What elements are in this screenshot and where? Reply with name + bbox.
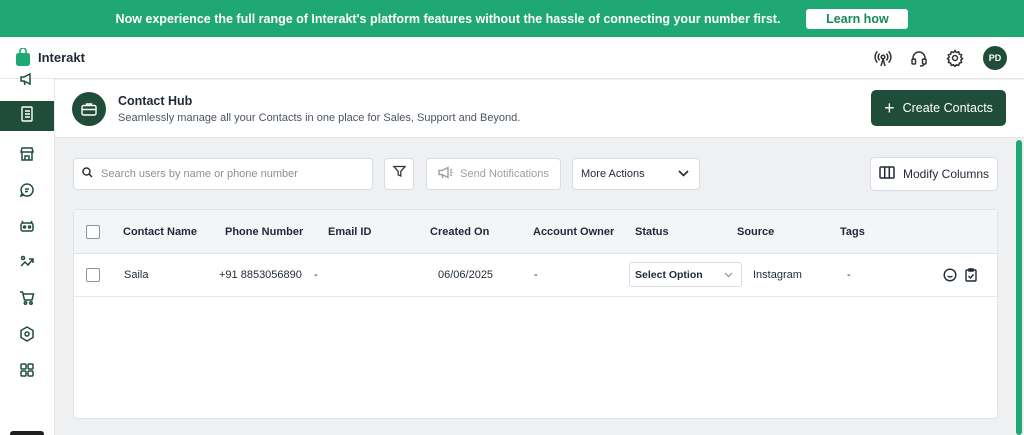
user-avatar[interactable]: PD bbox=[983, 46, 1007, 70]
chat-action-icon[interactable] bbox=[942, 267, 958, 283]
cell-email-id: - bbox=[314, 269, 318, 281]
megaphone-icon bbox=[438, 166, 460, 182]
page-header: Contact Hub Seamlessly manage all your C… bbox=[55, 80, 1024, 138]
table-row[interactable]: Saila +91 8853056890 - 06/06/2025 - Sele… bbox=[74, 254, 997, 297]
sidebar-item-integrations[interactable] bbox=[0, 321, 54, 351]
sidebar-item-store[interactable] bbox=[0, 141, 54, 171]
sidebar-item-campaigns[interactable] bbox=[0, 71, 54, 91]
search-input[interactable] bbox=[101, 168, 361, 180]
chevron-down-icon bbox=[724, 269, 733, 281]
top-bar: Interakt PD bbox=[0, 37, 1024, 79]
sidebar-item-inbox[interactable] bbox=[0, 177, 54, 207]
cell-created-on: 06/06/2025 bbox=[438, 269, 494, 281]
learn-how-button[interactable]: Learn how bbox=[806, 8, 909, 29]
headset-icon[interactable] bbox=[909, 48, 929, 68]
create-contacts-label: Create Contacts bbox=[902, 101, 993, 115]
status-select[interactable]: Select Option bbox=[629, 262, 742, 287]
column-header-email-id[interactable]: Email ID bbox=[328, 226, 371, 238]
search-icon bbox=[82, 165, 93, 183]
app-logo[interactable]: Interakt bbox=[16, 47, 85, 66]
send-notifications-label: Send Notifications bbox=[460, 168, 549, 180]
banner-text: Now experience the full range of Interak… bbox=[115, 11, 781, 26]
sidebar-item-contacts[interactable] bbox=[0, 101, 54, 131]
page-title: Contact Hub bbox=[118, 94, 193, 108]
chevron-down-icon bbox=[678, 168, 689, 180]
campaign-icon bbox=[19, 71, 35, 91]
interakt-logo-icon bbox=[16, 47, 30, 66]
cell-contact-name[interactable]: Saila bbox=[124, 269, 148, 281]
more-actions-label: More Actions bbox=[581, 168, 645, 180]
modify-columns-button[interactable]: Modify Columns bbox=[870, 157, 998, 191]
bot-icon bbox=[19, 218, 35, 239]
column-header-contact-name[interactable]: Contact Name bbox=[123, 226, 197, 238]
columns-icon bbox=[879, 166, 903, 182]
integration-hexagon-icon bbox=[19, 325, 35, 347]
store-icon bbox=[19, 146, 35, 167]
select-all-checkbox[interactable] bbox=[86, 225, 100, 239]
column-header-source[interactable]: Source bbox=[737, 226, 774, 238]
cell-tags: - bbox=[847, 269, 851, 281]
cell-source: Instagram bbox=[753, 269, 802, 281]
filter-icon bbox=[392, 165, 406, 183]
sidebar-item-growth[interactable] bbox=[0, 249, 54, 279]
sidebar bbox=[0, 72, 55, 435]
cart-icon bbox=[19, 290, 35, 311]
growth-icon bbox=[19, 254, 35, 275]
contacts-table: Contact Name Phone Number Email ID Creat… bbox=[73, 209, 998, 419]
sidebar-item-apps[interactable] bbox=[0, 357, 54, 387]
cell-account-owner: - bbox=[534, 269, 538, 281]
table-header: Contact Name Phone Number Email ID Creat… bbox=[74, 210, 997, 254]
app-name: Interakt bbox=[38, 49, 85, 65]
create-contacts-button[interactable]: + Create Contacts bbox=[871, 90, 1006, 126]
sidebar-item-commerce[interactable] bbox=[0, 285, 54, 315]
status-select-value: Select Option bbox=[635, 268, 703, 281]
cell-phone-number: +91 8853056890 bbox=[219, 269, 302, 281]
broadcast-icon[interactable] bbox=[873, 48, 893, 68]
sidebar-bottom-handle bbox=[10, 431, 44, 435]
plus-icon: + bbox=[884, 98, 895, 118]
column-header-created-on[interactable]: Created On bbox=[430, 226, 489, 238]
more-actions-dropdown[interactable]: More Actions bbox=[572, 158, 700, 190]
search-box[interactable] bbox=[73, 158, 373, 190]
page-subtitle: Seamlessly manage all your Contacts in o… bbox=[118, 112, 521, 124]
filter-button[interactable] bbox=[384, 158, 414, 190]
column-header-status[interactable]: Status bbox=[635, 226, 669, 238]
promo-banner: Now experience the full range of Interak… bbox=[0, 0, 1024, 37]
chat-icon bbox=[19, 182, 35, 203]
column-header-phone-number[interactable]: Phone Number bbox=[225, 226, 303, 238]
contacts-book-icon bbox=[20, 105, 34, 127]
column-header-tags[interactable]: Tags bbox=[840, 226, 865, 238]
page-scrollbar[interactable] bbox=[1016, 140, 1022, 435]
briefcase-icon bbox=[72, 92, 106, 126]
column-header-account-owner[interactable]: Account Owner bbox=[533, 226, 614, 238]
clipboard-check-icon[interactable] bbox=[963, 267, 979, 283]
send-notifications-button[interactable]: Send Notifications bbox=[426, 158, 561, 190]
apps-grid-icon bbox=[19, 362, 35, 383]
sidebar-item-bots[interactable] bbox=[0, 213, 54, 243]
row-checkbox[interactable] bbox=[86, 268, 100, 282]
gear-icon[interactable] bbox=[945, 48, 965, 68]
modify-columns-label: Modify Columns bbox=[902, 167, 990, 181]
